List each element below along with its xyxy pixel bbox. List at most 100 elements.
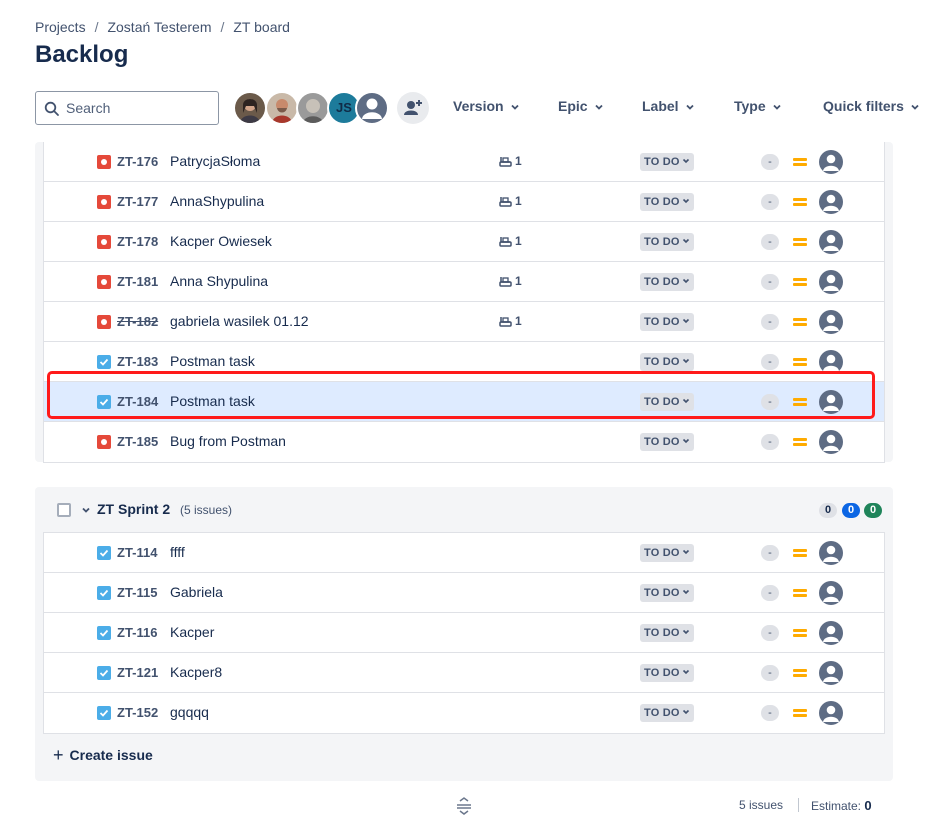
- story-points-badge[interactable]: -: [761, 194, 779, 210]
- search-input[interactable]: [64, 98, 212, 118]
- issue-key[interactable]: ZT-185: [117, 434, 158, 449]
- backlog-issue-row[interactable]: ZT-115 Gabriela TO DO -: [44, 573, 884, 613]
- issue-summary[interactable]: Kacper8: [170, 664, 222, 680]
- issue-key[interactable]: ZT-178: [117, 234, 158, 249]
- issue-summary[interactable]: Kacper Owiesek: [170, 233, 272, 249]
- issue-summary[interactable]: gabriela wasilek 01.12: [170, 313, 309, 329]
- story-points-badge[interactable]: -: [761, 625, 779, 641]
- status-dropdown[interactable]: TO DO: [640, 433, 694, 451]
- filter-label[interactable]: Label: [642, 98, 695, 114]
- story-points-badge[interactable]: -: [761, 585, 779, 601]
- issue-key[interactable]: ZT-121: [117, 665, 158, 680]
- status-dropdown[interactable]: TO DO: [640, 584, 694, 602]
- backlog-issue-row[interactable]: ZT-116 Kacper TO DO -: [44, 613, 884, 653]
- backlog-issue-row[interactable]: ZT-178 Kacper Owiesek 1 TO DO -: [44, 222, 884, 262]
- scrollbar[interactable]: [924, 130, 928, 820]
- breadcrumb-project[interactable]: Zostań Testerem: [107, 19, 211, 35]
- issue-summary[interactable]: Postman task: [170, 353, 255, 369]
- status-dropdown[interactable]: TO DO: [640, 544, 694, 562]
- assignee-avatar[interactable]: [819, 310, 843, 334]
- status-dropdown[interactable]: TO DO: [640, 193, 694, 211]
- story-points-badge[interactable]: -: [761, 274, 779, 290]
- priority-medium-icon: [793, 627, 807, 639]
- unassigned-avatar[interactable]: [355, 91, 389, 125]
- avatar[interactable]: [296, 91, 330, 125]
- status-dropdown[interactable]: TO DO: [640, 704, 694, 722]
- issue-summary[interactable]: Gabriela: [170, 584, 223, 600]
- issue-summary[interactable]: Bug from Postman: [170, 433, 286, 449]
- issue-key[interactable]: ZT-181: [117, 274, 158, 289]
- story-points-badge[interactable]: -: [761, 354, 779, 370]
- story-points-badge[interactable]: -: [761, 665, 779, 681]
- issue-key[interactable]: ZT-183: [117, 354, 158, 369]
- assignee-avatar[interactable]: [819, 190, 843, 214]
- issue-summary[interactable]: PatrycjaSłoma: [170, 153, 260, 169]
- child-issues-badge[interactable]: 1: [499, 274, 522, 288]
- child-issues-badge[interactable]: 1: [499, 314, 522, 328]
- assignee-avatar[interactable]: [819, 270, 843, 294]
- search-box[interactable]: [35, 91, 219, 125]
- filter-type[interactable]: Type: [734, 98, 782, 114]
- assignee-avatar[interactable]: [819, 661, 843, 685]
- issue-key[interactable]: ZT-114: [117, 545, 157, 560]
- assignee-avatar[interactable]: [819, 230, 843, 254]
- bug-icon: [97, 275, 111, 289]
- backlog-issue-row[interactable]: ZT-177 AnnaShypulina 1 TO DO -: [44, 182, 884, 222]
- filter-quick-filters[interactable]: Quick filters: [823, 98, 920, 114]
- avatar[interactable]: [265, 91, 299, 125]
- issue-key[interactable]: ZT-115: [117, 585, 157, 600]
- status-dropdown[interactable]: TO DO: [640, 624, 694, 642]
- breadcrumb-board[interactable]: ZT board: [233, 19, 290, 35]
- story-points-badge[interactable]: -: [761, 434, 779, 450]
- backlog-issue-row[interactable]: ZT-185 Bug from Postman TO DO -: [44, 422, 884, 462]
- resize-handle-icon[interactable]: [456, 797, 472, 815]
- issue-key[interactable]: ZT-182: [117, 314, 158, 329]
- status-dropdown[interactable]: TO DO: [640, 353, 694, 371]
- sprint-checkbox[interactable]: [57, 503, 71, 517]
- avatar[interactable]: [233, 91, 267, 125]
- child-issues-badge[interactable]: 1: [499, 154, 522, 168]
- story-points-badge[interactable]: -: [761, 154, 779, 170]
- sprint-issue-count: (5 issues): [180, 503, 233, 517]
- issue-key[interactable]: ZT-116: [117, 625, 157, 640]
- child-issues-badge[interactable]: 1: [499, 234, 522, 248]
- backlog-issue-row[interactable]: ZT-181 Anna Shypulina 1 TO DO -: [44, 262, 884, 302]
- backlog-issue-row[interactable]: ZT-121 Kacper8 TO DO -: [44, 653, 884, 693]
- story-points-badge[interactable]: -: [761, 545, 779, 561]
- chevron-down-icon[interactable]: [80, 504, 92, 516]
- status-dropdown[interactable]: TO DO: [640, 153, 694, 171]
- backlog-issue-row[interactable]: ZT-114 ffff TO DO -: [44, 533, 884, 573]
- issue-summary[interactable]: ffff: [170, 544, 185, 560]
- backlog-issue-row[interactable]: ZT-182 gabriela wasilek 01.12 1 TO DO -: [44, 302, 884, 342]
- status-dropdown[interactable]: TO DO: [640, 233, 694, 251]
- issue-summary[interactable]: Anna Shypulina: [170, 273, 268, 289]
- breadcrumb-projects[interactable]: Projects: [35, 19, 86, 35]
- chevron-down-icon: [682, 278, 689, 284]
- child-issues-badge[interactable]: 1: [499, 194, 522, 208]
- issue-summary[interactable]: Kacper: [170, 624, 214, 640]
- create-issue-button[interactable]: + Create issue: [53, 745, 153, 766]
- story-points-badge[interactable]: -: [761, 705, 779, 721]
- assignee-avatar[interactable]: [819, 581, 843, 605]
- story-points-badge[interactable]: -: [761, 314, 779, 330]
- assignee-avatar[interactable]: [819, 621, 843, 645]
- status-dropdown[interactable]: TO DO: [640, 313, 694, 331]
- backlog-issue-row[interactable]: ZT-176 PatrycjaSłoma 1 TO DO -: [44, 142, 884, 182]
- filter-epic[interactable]: Epic: [558, 98, 604, 114]
- issue-key[interactable]: ZT-152: [117, 705, 158, 720]
- issue-summary[interactable]: AnnaShypulina: [170, 193, 264, 209]
- issue-summary[interactable]: gqqqq: [170, 704, 209, 720]
- issue-key[interactable]: ZT-177: [117, 194, 158, 209]
- sprint-header[interactable]: ZT Sprint 2 (5 issues) 0 0 0: [35, 487, 893, 532]
- assignee-avatar[interactable]: [819, 541, 843, 565]
- assignee-avatar[interactable]: [819, 701, 843, 725]
- assignee-avatar[interactable]: [819, 150, 843, 174]
- backlog-issue-row[interactable]: ZT-152 gqqqq TO DO -: [44, 693, 884, 733]
- issue-key[interactable]: ZT-176: [117, 154, 158, 169]
- filter-version[interactable]: Version: [453, 98, 520, 114]
- status-dropdown[interactable]: TO DO: [640, 273, 694, 291]
- add-people-button[interactable]: [397, 92, 429, 124]
- story-points-badge[interactable]: -: [761, 234, 779, 250]
- assignee-avatar[interactable]: [819, 430, 843, 454]
- status-dropdown[interactable]: TO DO: [640, 664, 694, 682]
